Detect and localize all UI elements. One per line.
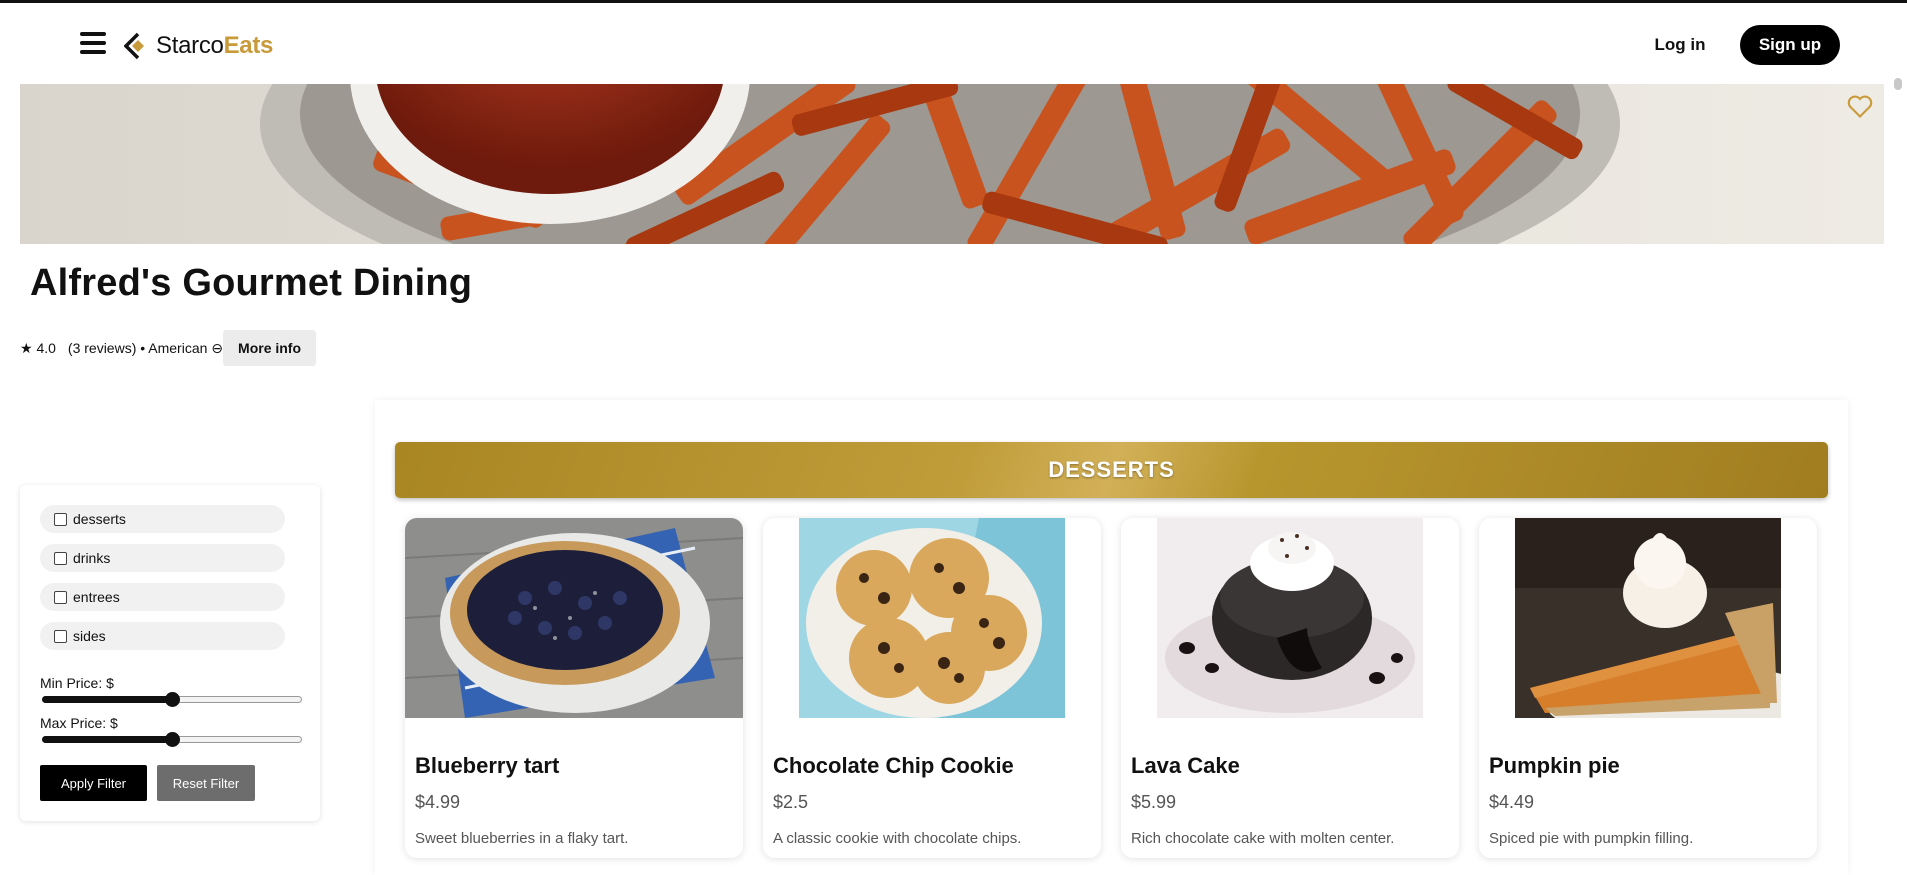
restaurant-meta: ★ 4.0 (3 reviews) • American ⊖ More info	[20, 330, 317, 366]
checkbox[interactable]	[54, 629, 67, 643]
menu-item-card[interactable]: Pumpkin pie $4.49 Spiced pie with pumpki…	[1479, 518, 1817, 858]
filter-panel: desserts drinks entrees sides Min Price:…	[20, 485, 320, 821]
menu-item-description: Spiced pie with pumpkin filling.	[1489, 830, 1694, 847]
max-price-slider[interactable]	[42, 732, 302, 747]
chocolate-chip-cookie-image	[763, 518, 1101, 718]
filter-option-desserts[interactable]: desserts	[40, 505, 285, 533]
restaurant-name: Alfred's Gourmet Dining	[30, 262, 473, 304]
menu-item-card[interactable]: Chocolate Chip Cookie $2.5 A classic coo…	[763, 518, 1101, 858]
slider-handle[interactable]	[165, 732, 180, 747]
slider-handle[interactable]	[165, 692, 180, 707]
menu-item-name: Blueberry tart	[415, 753, 560, 778]
brand-name-part1: Starco	[156, 32, 224, 59]
checkbox[interactable]	[54, 551, 67, 565]
signup-button[interactable]: Sign up	[1740, 25, 1840, 65]
brand-logo[interactable]: StarcoEats	[124, 30, 273, 62]
menu-item-price: $4.49	[1489, 792, 1535, 812]
min-price-label: Min Price: $	[40, 675, 114, 691]
hamburger-menu-icon[interactable]	[80, 32, 106, 56]
restaurant-hero-image	[20, 84, 1884, 244]
min-price-slider[interactable]	[42, 692, 302, 707]
checkbox[interactable]	[54, 590, 67, 604]
menu-item-price: $4.99	[415, 792, 461, 812]
menu-item-description: Rich chocolate cake with molten center.	[1131, 830, 1395, 847]
menu-item-card[interactable]: Blueberry tart $4.99 Sweet blueberries i…	[405, 518, 743, 858]
menu-item-name: Pumpkin pie	[1489, 753, 1620, 778]
apply-filter-button[interactable]: Apply Filter	[40, 765, 147, 801]
fries-photo	[20, 84, 1884, 244]
checkbox[interactable]	[54, 512, 67, 526]
brand-name-part2: Eats	[223, 32, 274, 59]
menu-item-description: Sweet blueberries in a flaky tart.	[415, 830, 629, 847]
menu-item-price: $2.5	[773, 792, 809, 812]
login-button[interactable]: Log in	[1640, 25, 1720, 65]
category-banner: DESSERTS	[395, 442, 1828, 498]
menu-item-price: $5.99	[1131, 792, 1177, 812]
logo-diamond-icon	[124, 32, 144, 60]
max-price-label: Max Price: $	[40, 715, 118, 731]
review-count: (3 reviews) • American ⊖	[67, 339, 224, 356]
filter-option-entrees[interactable]: entrees	[40, 583, 285, 611]
site-header: StarcoEats Log in Sign up	[0, 3, 1907, 83]
favorite-heart-icon[interactable]	[1846, 92, 1874, 120]
page-scrollbar[interactable]	[1894, 78, 1902, 728]
lava-cake-image	[1121, 518, 1459, 718]
reset-filter-button[interactable]: Reset Filter	[157, 765, 255, 801]
rating-value: ★ 4.0	[20, 339, 56, 356]
menu-item-card[interactable]: Lava Cake $5.99 Rich chocolate cake with…	[1121, 518, 1459, 858]
filter-option-drinks[interactable]: drinks	[40, 544, 285, 572]
more-info-button[interactable]: More info	[223, 330, 317, 366]
pumpkin-pie-image	[1479, 518, 1817, 718]
blueberry-tart-image	[405, 518, 743, 718]
menu-item-name: Chocolate Chip Cookie	[773, 753, 1014, 778]
filter-option-sides[interactable]: sides	[40, 622, 285, 650]
menu-item-name: Lava Cake	[1131, 753, 1240, 778]
menu-item-description: A classic cookie with chocolate chips.	[773, 830, 1022, 847]
menu-section: DESSERTS Blueberry tart $4.99 Sweet blue…	[375, 400, 1848, 875]
